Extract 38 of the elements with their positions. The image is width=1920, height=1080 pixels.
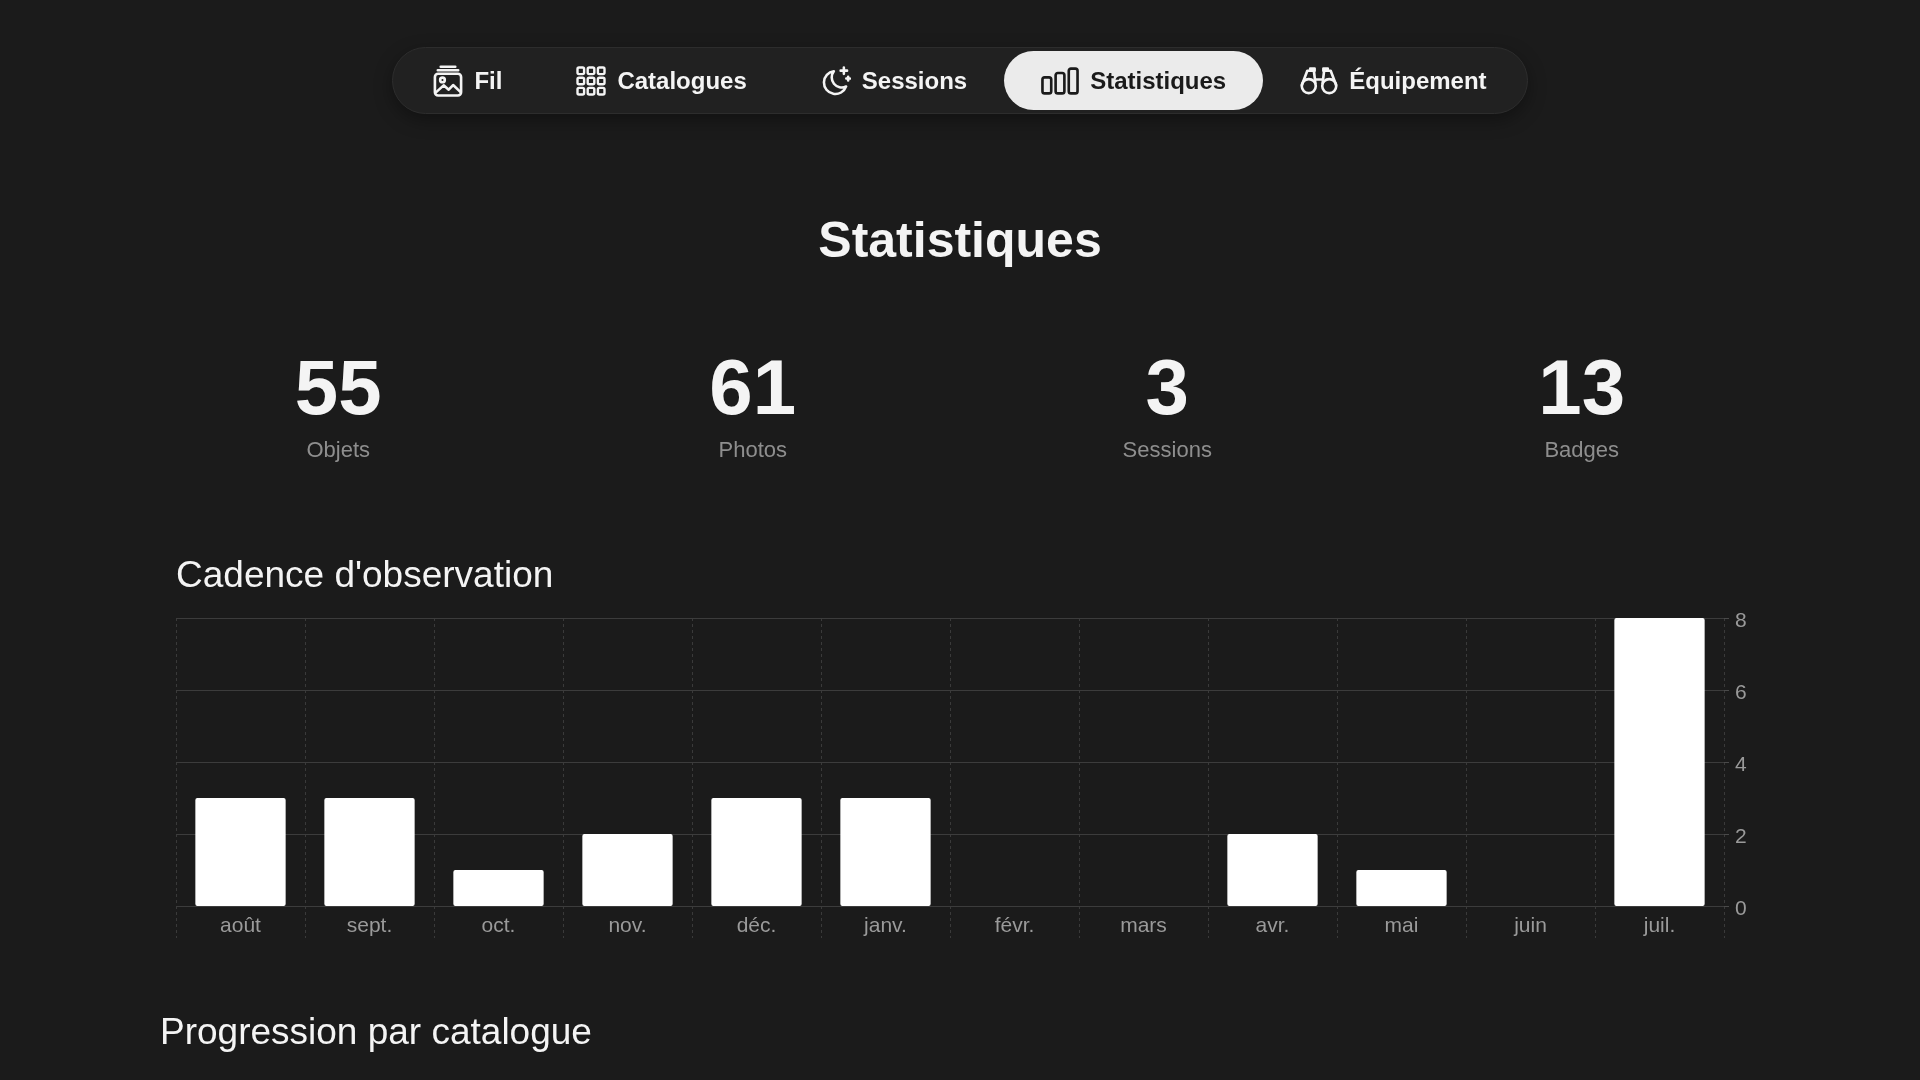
month-label: mars (1120, 912, 1167, 936)
month-label: juil. (1643, 912, 1676, 936)
photo-stack-icon (433, 64, 464, 97)
month-label: oct. (481, 912, 516, 936)
month-label: janv. (864, 912, 907, 936)
month-label: févr. (994, 912, 1035, 936)
month-label: avr. (1255, 912, 1290, 936)
axis-tick-label: 8 (1735, 607, 1747, 631)
stat-label: Badges (1544, 436, 1620, 464)
axis-tick-label: 6 (1735, 679, 1747, 703)
month-label: juin (1514, 912, 1547, 936)
stat-value: 13 (1538, 342, 1626, 432)
axis-tick-label: 4 (1735, 751, 1747, 775)
binoculars-icon (1300, 66, 1339, 95)
section-heading: Cadence d'observation (176, 553, 554, 597)
grid-icon (576, 64, 607, 97)
stat-value: 61 (709, 342, 797, 432)
nav-tab[interactable]: Équipement (1263, 51, 1524, 110)
moon-stars-icon (820, 64, 851, 97)
page-title: Statistiques (818, 211, 1102, 270)
nav-tab[interactable]: Statistiques (1004, 51, 1264, 110)
month-label: août (220, 912, 261, 936)
axis-tick-label: 2 (1735, 823, 1747, 847)
month-label: mai (1384, 912, 1419, 936)
section-heading: Progression par catalogue (160, 1010, 592, 1054)
nav-tab[interactable]: Fil (396, 51, 540, 110)
month-label: sept. (346, 912, 393, 936)
stat-label: Photos (718, 436, 787, 464)
stat-label: Objets (306, 436, 371, 464)
month-label: déc. (736, 912, 777, 936)
stat-value: 3 (1145, 342, 1189, 432)
nav-tab[interactable]: Catalogues (539, 51, 784, 110)
stat-label: Sessions (1122, 436, 1212, 464)
bar-chart-icon (1041, 66, 1080, 95)
nav-tab[interactable]: Sessions (783, 51, 1005, 110)
axis-tick-label: 0 (1735, 895, 1747, 919)
month-label: nov. (608, 912, 647, 936)
stat-value: 55 (294, 342, 382, 432)
